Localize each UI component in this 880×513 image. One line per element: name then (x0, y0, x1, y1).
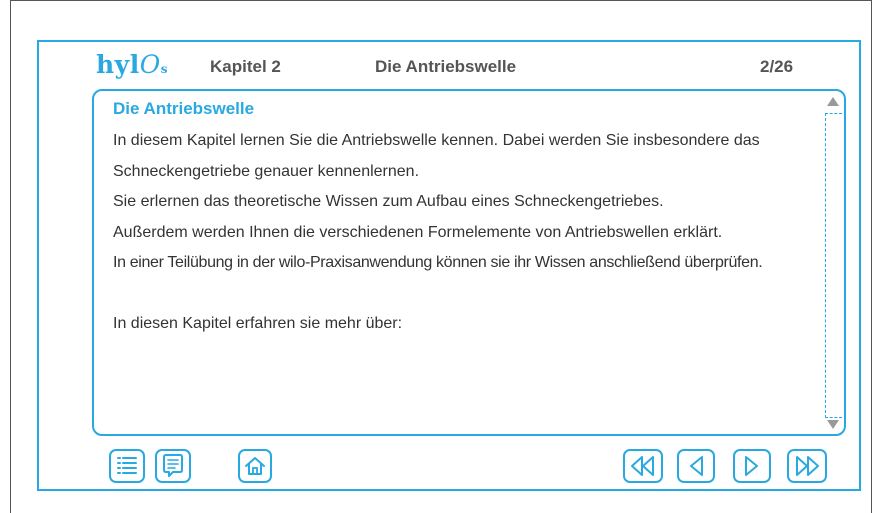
next-page-button[interactable] (733, 449, 771, 483)
paragraph: In diesen Kapitel erfahren sie mehr über… (113, 315, 403, 332)
list-icon (117, 457, 137, 474)
content-body: In diesem Kapitel lernen Sie die Antrieb… (113, 126, 803, 340)
previous-page-icon (690, 456, 703, 476)
table-of-contents-button[interactable] (109, 449, 145, 483)
previous-page-button[interactable] (677, 449, 715, 483)
app-frame: hylOs Kapitel 2 Die Antriebswelle 2/26 D… (37, 40, 861, 491)
header: hylOs Kapitel 2 Die Antriebswelle 2/26 (39, 42, 859, 88)
paragraph: In einer Teilübung in der wilo-Praxisanw… (113, 254, 763, 271)
content-panel: Die Antriebswelle In diesem Kapitel lern… (92, 89, 846, 436)
notes-icon (163, 454, 183, 477)
last-page-icon (796, 456, 819, 476)
first-page-icon (631, 456, 654, 476)
logo-o: O (139, 50, 161, 79)
content-heading: Die Antriebswelle (113, 99, 255, 118)
scroll-track[interactable] (825, 113, 842, 418)
paragraph: Außerdem werden Ihnen die verschiedenen … (113, 223, 723, 241)
scroll-down-arrow-icon[interactable] (825, 417, 841, 431)
next-page-icon (745, 456, 758, 476)
paragraph: Sie erlernen das theoretische Wissen zum… (113, 193, 664, 210)
scroll-up-arrow-icon[interactable] (825, 94, 841, 108)
paragraph: In diesem Kapitel lernen Sie die Antrieb… (113, 132, 760, 180)
paragraph (113, 279, 803, 310)
chapter-label: Kapitel 2 (210, 57, 281, 76)
logo-text: hyl (96, 50, 140, 79)
first-page-button[interactable] (623, 449, 663, 483)
scrollbar[interactable] (822, 91, 844, 434)
notes-button[interactable] (155, 449, 191, 483)
home-button[interactable] (238, 449, 272, 483)
logo-s: s (160, 62, 168, 76)
page-counter: 2/26 (760, 57, 794, 76)
hylos-logo: hylOs (96, 50, 168, 79)
page-title: Die Antriebswelle (375, 57, 517, 76)
last-page-button[interactable] (787, 449, 827, 483)
home-icon (245, 457, 265, 475)
